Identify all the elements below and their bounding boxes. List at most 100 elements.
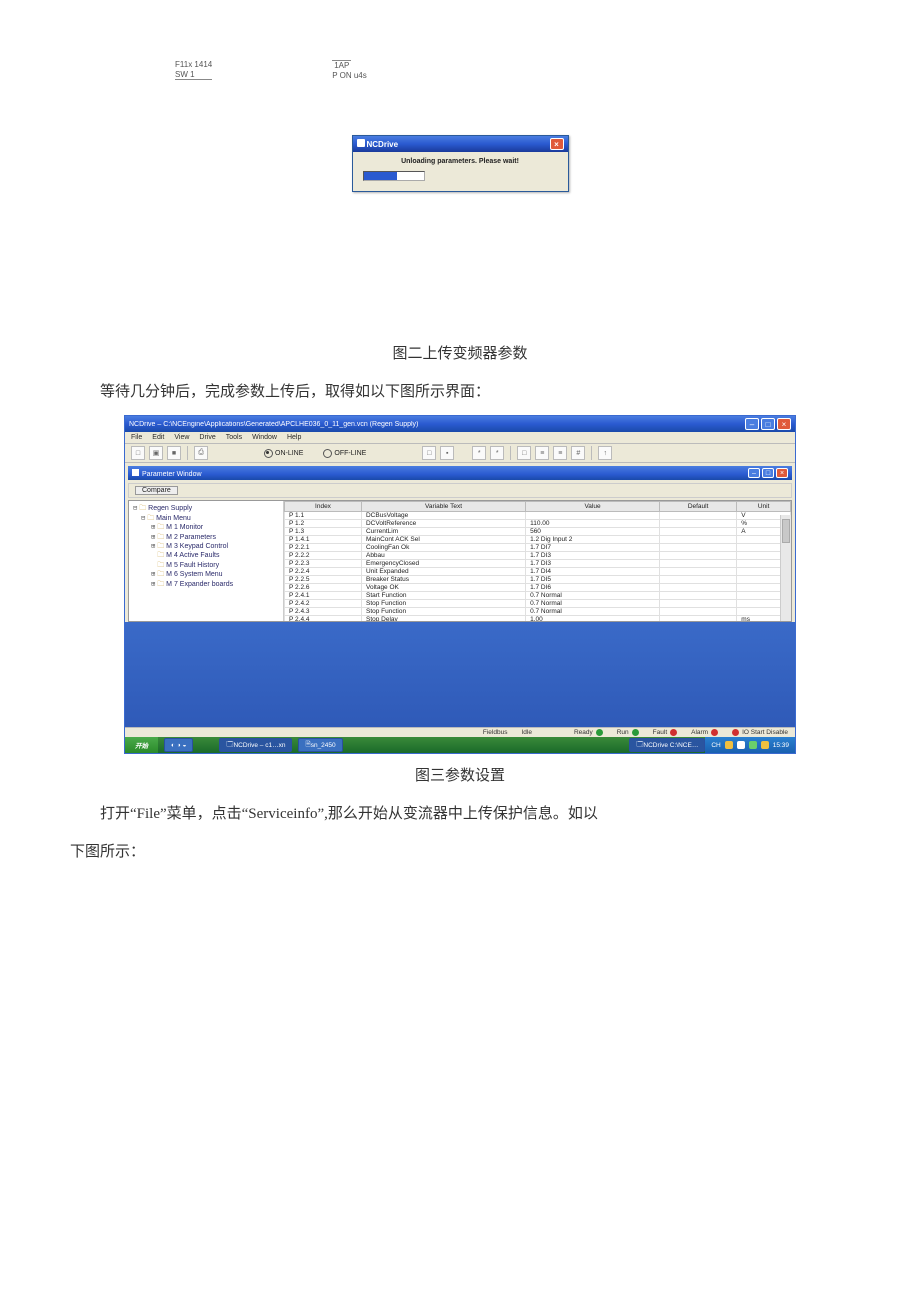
caption-fig2: 图二上传变频器参数 bbox=[70, 342, 850, 363]
notation-left: F11x 1414 SW 1 bbox=[175, 60, 212, 80]
body-text-2b: 下图所示： bbox=[70, 837, 850, 867]
grid-header[interactable]: Value bbox=[526, 502, 660, 512]
table-row[interactable]: P 2.2.5Breaker Status1.7 DI5 bbox=[285, 576, 791, 584]
status-alarm: Alarm bbox=[688, 729, 721, 736]
table-row[interactable]: P 2.2.6Voltage OK1.7 DI6 bbox=[285, 584, 791, 592]
sub-maximize-icon[interactable]: □ bbox=[762, 468, 774, 478]
radio-online[interactable]: ON-LINE bbox=[264, 449, 303, 458]
table-row[interactable]: P 2.4.2Stop Function0.7 Normal bbox=[285, 600, 791, 608]
mdi-background bbox=[125, 622, 795, 727]
figure-upload-dialog: NCDrive × Unloading parameters. Please w… bbox=[70, 135, 850, 192]
parameter-panel: ⊟🗀 Regen Supply ⊟🗀 Main Menu ⊞🗀 M 1 Moni… bbox=[128, 500, 792, 622]
menu-window[interactable]: Window bbox=[252, 434, 277, 441]
dialog-body: Unloading parameters. Please wait! bbox=[353, 152, 568, 191]
menu-drive[interactable]: Drive bbox=[199, 434, 215, 441]
compare-button[interactable]: Compare bbox=[135, 486, 178, 495]
open-file-icon[interactable]: ▣ bbox=[149, 446, 163, 460]
status-idle: Idle bbox=[518, 729, 534, 736]
tray-icon[interactable] bbox=[725, 741, 733, 749]
system-tray[interactable]: CH 15:39 bbox=[705, 737, 795, 753]
menu-bar: File Edit View Drive Tools Window Help bbox=[125, 432, 795, 444]
tray-icon[interactable] bbox=[749, 741, 757, 749]
new-file-icon[interactable]: □ bbox=[131, 446, 145, 460]
subwindow-icon bbox=[132, 469, 139, 476]
tb-icon-a[interactable]: * bbox=[472, 446, 486, 460]
grid-header[interactable]: Default bbox=[659, 502, 736, 512]
table-row[interactable]: P 2.4.1Start Function0.7 Normal bbox=[285, 592, 791, 600]
print-icon[interactable]: ⎙ bbox=[194, 446, 208, 460]
dialog-titlebar: NCDrive × bbox=[353, 136, 568, 152]
tray-icon[interactable] bbox=[761, 741, 769, 749]
menu-tools[interactable]: Tools bbox=[226, 434, 242, 441]
caption-fig3: 图三参数设置 bbox=[70, 764, 850, 785]
tray-clock: 15:39 bbox=[773, 742, 789, 749]
progress-bar bbox=[363, 171, 425, 181]
status-bar: Fieldbus Idle Ready Run Fault Alarm IO S… bbox=[125, 727, 795, 737]
app-titlebar: NCDrive – C:\NCEngine\Applications\Gener… bbox=[125, 416, 795, 432]
app-title: NCDrive – C:\NCEngine\Applications\Gener… bbox=[129, 421, 737, 428]
tb-icon-c[interactable]: □ bbox=[517, 446, 531, 460]
window-buttons: – □ × bbox=[745, 418, 791, 430]
download-icon[interactable]: ▪ bbox=[440, 446, 454, 460]
status-ready: Ready bbox=[571, 729, 606, 736]
tb-icon-f[interactable]: # bbox=[571, 446, 585, 460]
status-fault: Fault bbox=[650, 729, 680, 736]
tray-icon[interactable] bbox=[737, 741, 745, 749]
table-row[interactable]: P 2.2.2Abbau1.7 DI3 bbox=[285, 552, 791, 560]
table-row[interactable]: P 2.2.1CoolingFan Ok1.7 DI7 bbox=[285, 544, 791, 552]
dialog-message: Unloading parameters. Please wait! bbox=[363, 158, 558, 165]
taskbar-app-2[interactable]: 🗎 sn_2450 bbox=[298, 738, 342, 752]
app-icon bbox=[357, 139, 365, 147]
taskbar-app-ncdrive[interactable]: 🗔 NCDrive – c1…xn bbox=[219, 738, 292, 752]
sub-minimize-icon[interactable]: – bbox=[748, 468, 760, 478]
menu-help[interactable]: Help bbox=[287, 434, 301, 441]
grid-header[interactable]: Unit bbox=[737, 502, 791, 512]
status-run: Run bbox=[614, 729, 642, 736]
close-icon[interactable]: × bbox=[777, 418, 791, 430]
status-fieldbus: Fieldbus bbox=[480, 729, 511, 736]
tb-icon-d[interactable]: ≡ bbox=[535, 446, 549, 460]
body-text-2a: 打开“File”菜单，点击“Serviceinfo”,那么开始从变流器中上传保护… bbox=[70, 799, 850, 829]
nav-tree[interactable]: ⊟🗀 Regen Supply ⊟🗀 Main Menu ⊞🗀 M 1 Moni… bbox=[129, 501, 284, 621]
subwindow-titlebar: Parameter Window – □ × bbox=[128, 466, 792, 480]
compare-bar: Compare bbox=[128, 483, 792, 498]
minimize-icon[interactable]: – bbox=[745, 418, 759, 430]
grid-header[interactable]: Variable Text bbox=[361, 502, 525, 512]
tb-icon-b[interactable]: * bbox=[490, 446, 504, 460]
parameter-grid[interactable]: IndexVariable TextValueDefaultUnit P 1.1… bbox=[284, 501, 791, 621]
menu-edit[interactable]: Edit bbox=[152, 434, 164, 441]
save-file-icon[interactable]: ■ bbox=[167, 446, 181, 460]
upload-icon[interactable]: □ bbox=[422, 446, 436, 460]
quicklaunch-icon[interactable]: ◐ ◑ ◒ bbox=[164, 738, 193, 752]
tb-icon-g[interactable]: ↑ bbox=[598, 446, 612, 460]
table-row[interactable]: P 1.4.1MainCont ACK Sel1.2 Dig Input 2 bbox=[285, 536, 791, 544]
tb-icon-e[interactable]: ≡ bbox=[553, 446, 567, 460]
dialog-title: NCDrive bbox=[367, 140, 399, 149]
table-row[interactable]: P 2.2.4Unit Expanded1.7 DI4 bbox=[285, 568, 791, 576]
taskbar-app-ncdrive-2[interactable]: 🗔 NCDrive C:\NCE… bbox=[629, 738, 705, 752]
menu-view[interactable]: View bbox=[174, 434, 189, 441]
figure-app-window: NCDrive – C:\NCEngine\Applications\Gener… bbox=[124, 415, 796, 754]
table-row[interactable]: P 1.3CurrentLim560A bbox=[285, 528, 791, 536]
subwindow-title: Parameter Window bbox=[142, 471, 202, 478]
table-row[interactable]: P 2.2.3EmergencyClosed1.7 DI3 bbox=[285, 560, 791, 568]
toolbar: □ ▣ ■ ⎙ ON-LINE OFF-LINE □ ▪ * * □ ≡ ≡ #… bbox=[125, 444, 795, 463]
radio-offline[interactable]: OFF-LINE bbox=[323, 449, 366, 458]
table-row[interactable]: P 1.2DCVoltReference110.00% bbox=[285, 520, 791, 528]
grid-header[interactable]: Index bbox=[285, 502, 362, 512]
status-startdisable: IO Start Disable bbox=[729, 729, 791, 736]
vertical-scrollbar[interactable] bbox=[780, 515, 791, 621]
body-text-1: 等待几分钟后，完成参数上传后，取得如以下图所示界面： bbox=[70, 377, 850, 407]
document-page: F11x 1414 SW 1 1AP P ON u4s NCDrive × Un… bbox=[0, 0, 920, 975]
table-row[interactable]: P 2.4.3Stop Function0.7 Normal bbox=[285, 608, 791, 616]
notation-right: 1AP P ON u4s bbox=[332, 60, 367, 80]
sub-close-icon[interactable]: × bbox=[776, 468, 788, 478]
start-button[interactable]: 开始 bbox=[125, 737, 158, 753]
windows-taskbar: 开始 ◐ ◑ ◒ 🗔 NCDrive – c1…xn 🗎 sn_2450 🗔 N… bbox=[125, 737, 795, 753]
tray-lang[interactable]: CH bbox=[711, 742, 720, 749]
table-row[interactable]: P 2.4.4Stop Delay1.00ms bbox=[285, 616, 791, 622]
menu-file[interactable]: File bbox=[131, 434, 142, 441]
maximize-icon[interactable]: □ bbox=[761, 418, 775, 430]
close-icon[interactable]: × bbox=[550, 138, 564, 150]
table-row[interactable]: P 1.1DCBusVoltageV bbox=[285, 512, 791, 520]
